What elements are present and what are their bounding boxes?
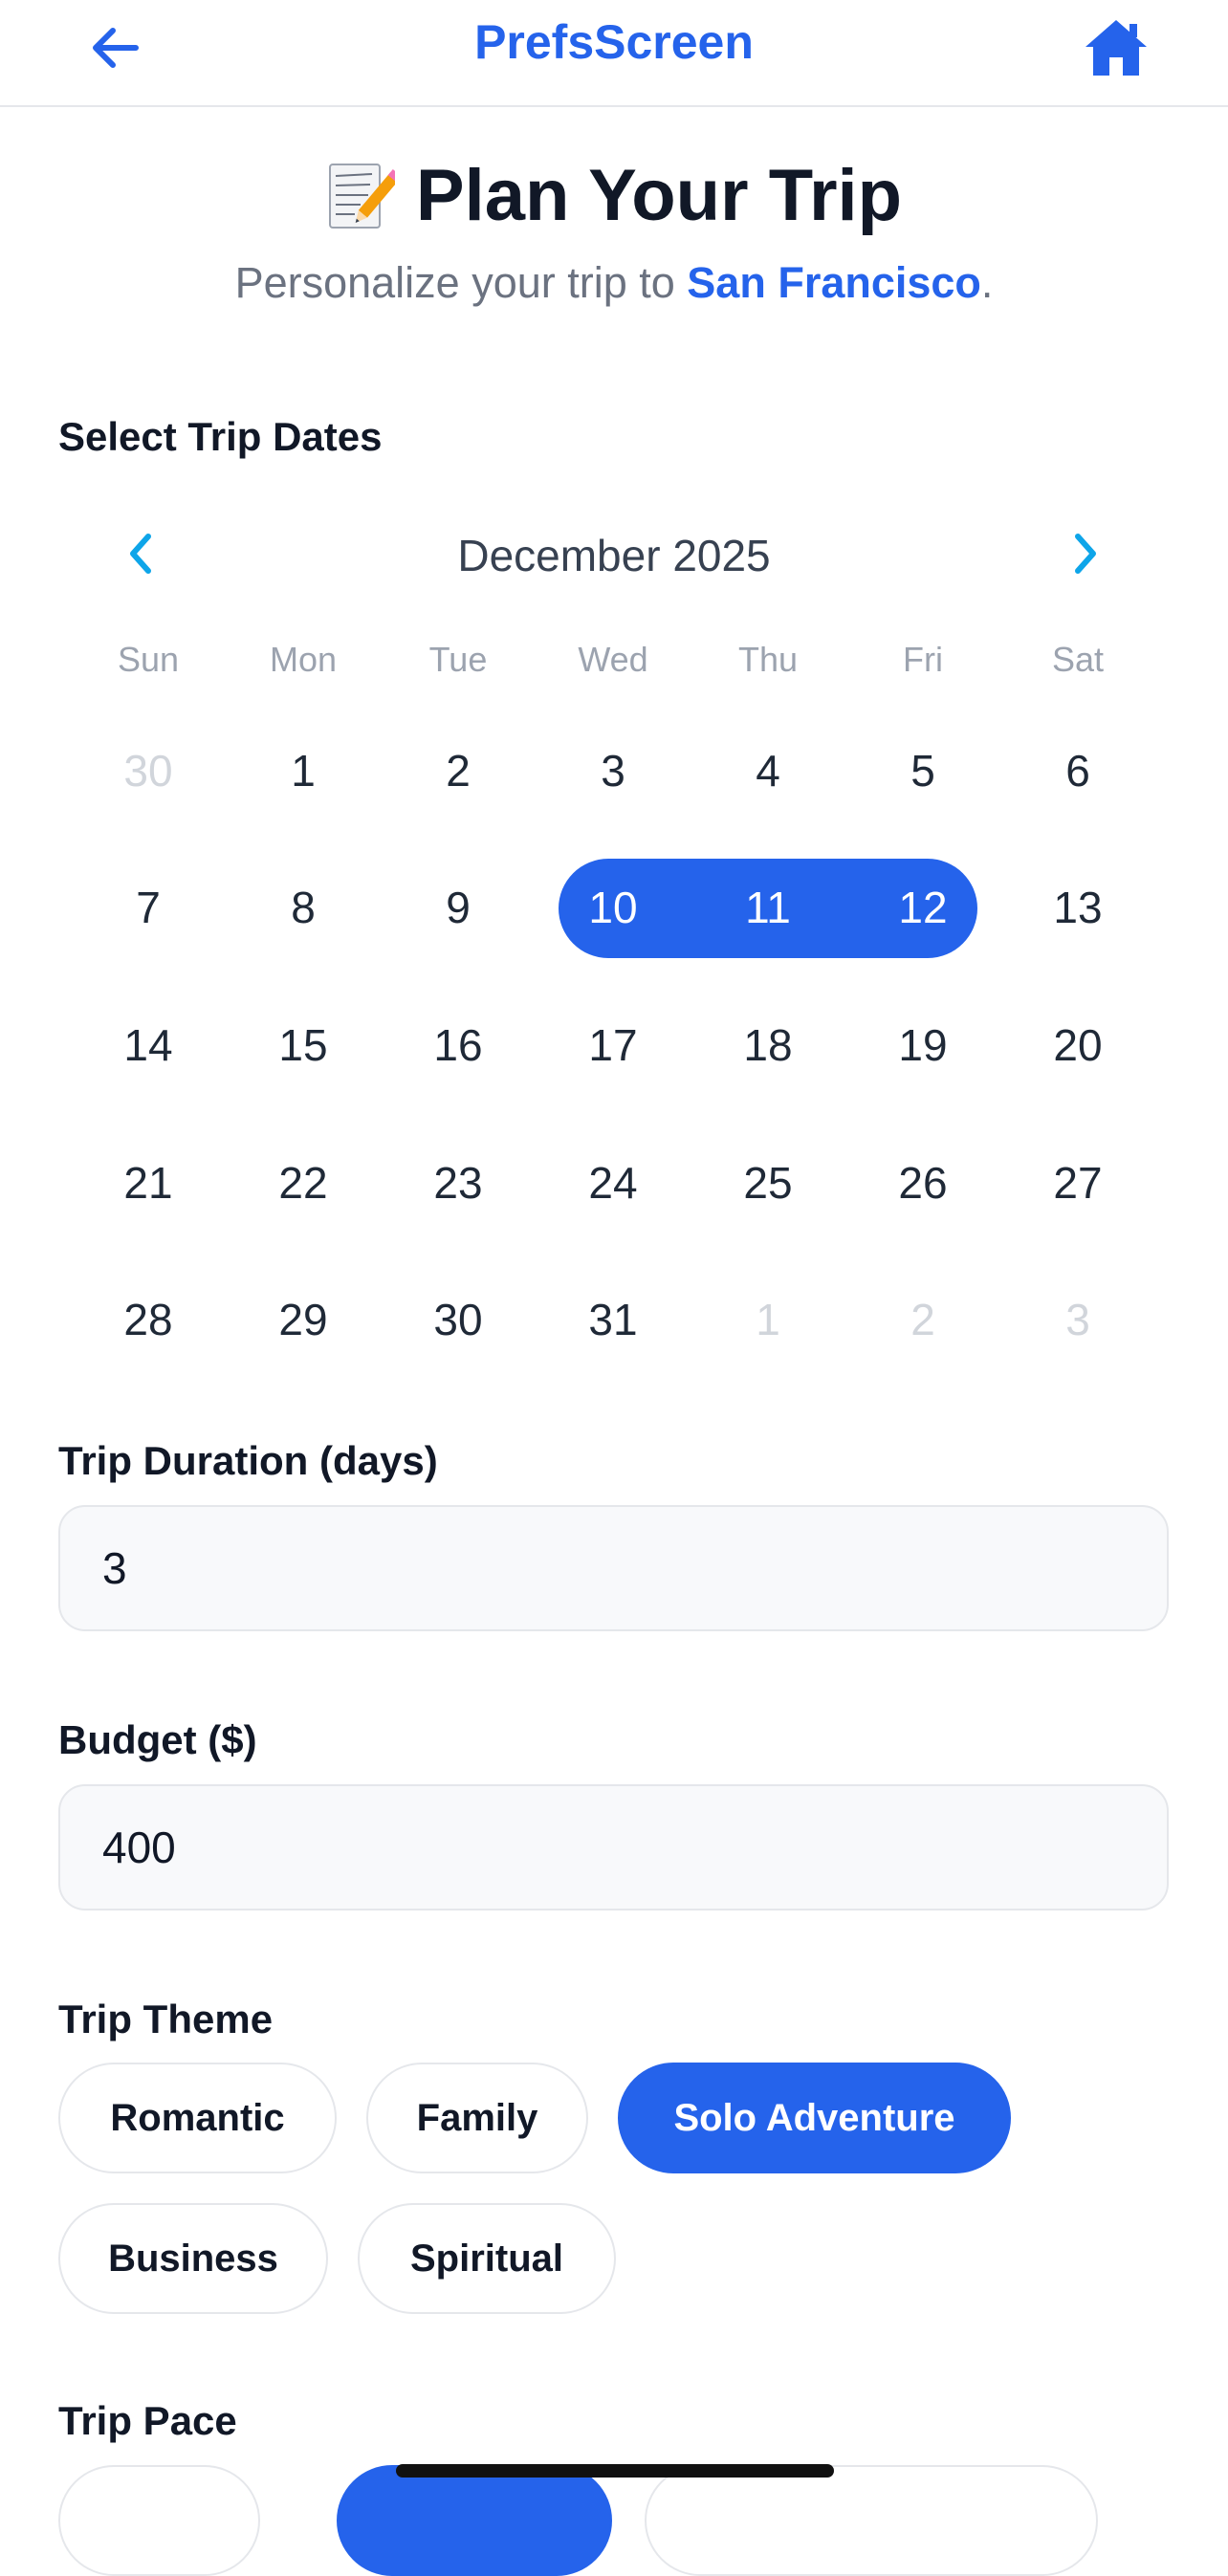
budget-field[interactable] [58,1784,1169,1910]
calendar-day[interactable]: 22 [246,1145,361,1221]
calendar-day[interactable]: 31 [556,1281,670,1358]
calendar-day[interactable]: 30 [401,1281,515,1358]
calendar-day[interactable]: 28 [91,1281,206,1358]
calendar-day[interactable]: 27 [1020,1145,1135,1221]
calendar-day[interactable]: 25 [711,1145,825,1221]
weekday-label: Wed [578,640,648,679]
theme-chip-romantic[interactable]: Romantic [58,2063,337,2173]
subtitle-prefix: Personalize your trip to [234,258,688,307]
calendar-day[interactable]: 1 [711,1281,825,1358]
calendar-day[interactable]: 24 [556,1145,670,1221]
weekday-label: Sun [117,640,180,679]
calendar-day[interactable]: 2 [401,732,515,809]
subtitle-suffix: . [980,258,994,307]
calendar-day[interactable]: 17 [556,1007,670,1083]
calendar-day[interactable]: 29 [246,1281,361,1358]
subtitle: Personalize your trip to San Francisco. [0,256,1228,310]
calendar-day[interactable]: 7 [91,869,206,946]
theme-chip-spiritual[interactable]: Spiritual [358,2203,616,2314]
calendar-day[interactable]: 12 [866,869,980,946]
calendar-day[interactable]: 18 [711,1007,825,1083]
pace-chip-selected[interactable] [337,2465,612,2576]
calendar-day[interactable]: 21 [91,1145,206,1221]
calendar-day[interactable]: 3 [556,732,670,809]
calendar-day[interactable]: 4 [711,732,825,809]
app-header: PrefsScreen [0,0,1228,107]
theme-chip-family[interactable]: Family [366,2063,588,2173]
calendar-day[interactable]: 8 [246,869,361,946]
weekday-label: Sat [1051,640,1105,679]
dates-label: Select Trip Dates [58,414,383,459]
chevron-right-icon [1075,534,1096,574]
home-indicator [396,2464,834,2478]
next-month-button[interactable] [1052,520,1119,587]
calendar-month: December 2025 [457,531,771,580]
calendar-day[interactable]: 14 [91,1007,206,1083]
calendar-day[interactable]: 19 [866,1007,980,1083]
destination-city: San Francisco [687,258,981,307]
duration-field[interactable] [58,1505,1169,1631]
calendar-day[interactable]: 1 [246,732,361,809]
calendar-day[interactable]: 11 [711,869,825,946]
screen-title: PrefsScreen [474,15,754,69]
calendar-day[interactable]: 30 [91,732,206,809]
theme-chip-business[interactable]: Business [58,2203,328,2314]
pace-chip[interactable] [645,2465,1098,2576]
home-button[interactable] [1076,8,1156,88]
memo-icon [328,164,395,229]
budget-label: Budget ($) [58,1717,257,1762]
weekday-label: Thu [737,640,799,679]
page-title: Plan Your Trip [0,153,1228,239]
calendar-day[interactable]: 9 [401,869,515,946]
calendar-day[interactable]: 2 [866,1281,980,1358]
theme-chip-solo-adventure[interactable]: Solo Adventure [618,2063,1011,2173]
calendar-day[interactable]: 15 [246,1007,361,1083]
weekday-label: Tue [428,640,488,679]
theme-label: Trip Theme [58,1997,274,2041]
duration-input[interactable] [60,1507,1167,1629]
calendar-day[interactable]: 16 [401,1007,515,1083]
pace-label: Trip Pace [58,2398,237,2443]
calendar-day[interactable]: 13 [1020,869,1135,946]
calendar-day[interactable]: 3 [1020,1281,1135,1358]
calendar-day[interactable]: 20 [1020,1007,1135,1083]
duration-label: Trip Duration (days) [58,1438,438,1483]
calendar-day[interactable]: 6 [1020,732,1135,809]
weekday-label: Fri [903,640,943,679]
calendar-day[interactable]: 23 [401,1145,515,1221]
calendar-day[interactable]: 10 [556,869,670,946]
budget-input[interactable] [60,1786,1167,1909]
calendar-day[interactable]: 26 [866,1145,980,1221]
page-title-text: Plan Your Trip [415,155,903,236]
weekday-label: Mon [269,640,338,679]
home-icon [1085,20,1147,76]
pace-chip[interactable] [58,2465,260,2576]
calendar-day[interactable]: 5 [866,732,980,809]
